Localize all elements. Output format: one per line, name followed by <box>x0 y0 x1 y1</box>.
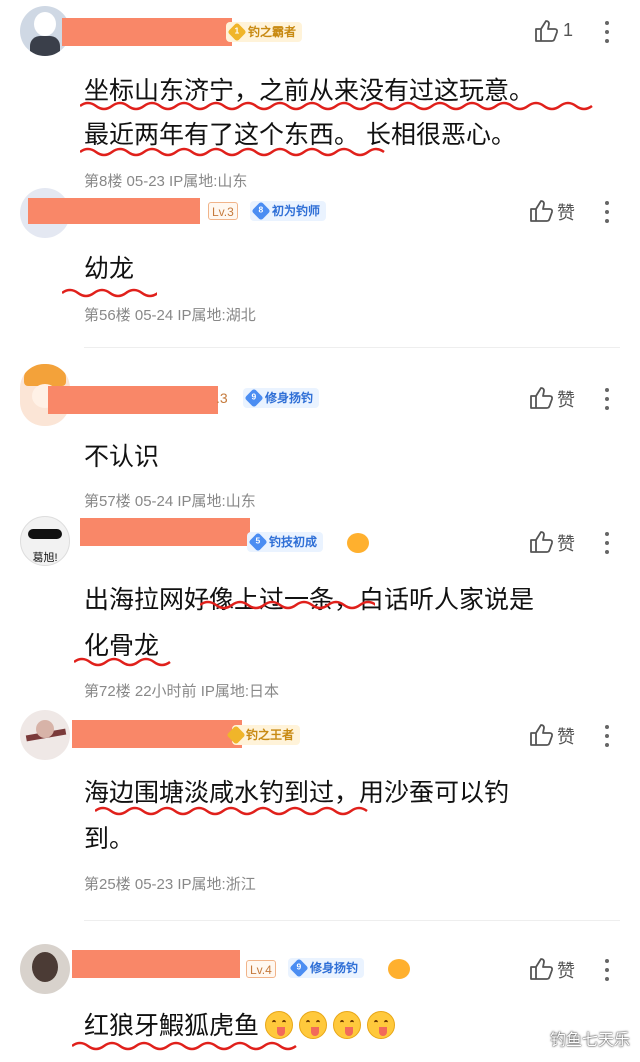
underline-mark <box>200 600 375 610</box>
divider <box>84 920 620 921</box>
underline-mark <box>72 1041 297 1051</box>
avatar[interactable] <box>20 944 70 994</box>
avatar[interactable] <box>20 710 70 760</box>
underline-mark <box>80 101 593 111</box>
comment-text: 出海拉网好像上过一条，白话听人家说是 化骨龙 <box>84 579 614 667</box>
thumbs-up-icon[interactable] <box>528 722 554 748</box>
badge-gem-icon: 5 <box>248 532 268 552</box>
badge-gem-icon: 1 <box>227 22 247 42</box>
redacted-username <box>48 386 218 414</box>
comment-line: 幼龙 <box>84 255 135 283</box>
underline-mark <box>74 657 171 667</box>
like-label[interactable]: 赞 <box>557 199 575 225</box>
yum-face-icon <box>333 1011 362 1039</box>
thumbs-up-icon[interactable] <box>528 529 554 555</box>
thumbs-up-icon[interactable] <box>528 956 554 982</box>
yum-face-icon <box>299 1011 328 1039</box>
underline-mark <box>95 806 368 816</box>
rank-badge: 1 钓之霸者 <box>226 22 303 42</box>
level-badge: Lv.3 <box>208 202 238 220</box>
yum-face-icon <box>367 1011 396 1039</box>
like-label[interactable]: 赞 <box>557 723 575 749</box>
redacted-username <box>28 198 200 224</box>
thumbs-up-icon[interactable] <box>533 18 559 44</box>
rank-badge: 9 修身扬钓 <box>243 388 320 408</box>
badge-label: 初为钓师 <box>272 204 321 218</box>
more-vertical-icon[interactable] <box>605 201 609 223</box>
thumbs-up-icon[interactable] <box>528 198 554 224</box>
more-vertical-icon[interactable] <box>605 959 609 981</box>
badge-gem-icon: 9 <box>289 958 309 978</box>
avatar-text: 葛旭! <box>32 552 58 564</box>
badge-gem-icon: 8 <box>251 201 271 221</box>
more-vertical-icon[interactable] <box>605 532 609 554</box>
rank-badge: 9 修身扬钓 <box>288 958 365 978</box>
underline-mark <box>80 147 385 157</box>
more-vertical-icon[interactable] <box>605 725 609 747</box>
comment-meta: 第72楼 22小时前 IP属地:日本 <box>84 683 280 700</box>
comment-meta: 第56楼 05-24 IP属地:湖北 <box>84 307 256 324</box>
more-vertical-icon[interactable] <box>605 388 609 410</box>
comment-line: 红狼牙鰕狐虎鱼 <box>84 1012 260 1040</box>
gamepad-icon <box>388 959 410 979</box>
level-badge-partial: .3 <box>216 390 228 406</box>
rank-badge: 钓之王者 <box>226 725 301 745</box>
more-vertical-icon[interactable] <box>605 21 609 43</box>
yum-face-icon <box>265 1011 294 1039</box>
redacted-username <box>62 18 232 46</box>
rank-badge: 8 初为钓师 <box>250 201 327 221</box>
badge-gem-icon: 9 <box>244 388 264 408</box>
rank-badge: 5 钓技初成 <box>247 532 324 552</box>
badge-label: 钓之霸者 <box>248 25 297 39</box>
comment-meta: 第8楼 05-23 IP属地:山东 <box>84 173 248 190</box>
like-count: 1 <box>563 20 574 40</box>
badge-label: 钓之王者 <box>246 728 295 742</box>
comment-meta: 第25楼 05-23 IP属地:浙江 <box>84 876 256 893</box>
like-label[interactable]: 赞 <box>557 530 575 556</box>
comment-line: 到。 <box>84 825 135 853</box>
watermark: 钓鱼七天乐 <box>549 1032 630 1049</box>
level-badge: Lv.4 <box>246 960 276 978</box>
underline-mark <box>62 288 157 298</box>
comment-text: 不认识 <box>84 436 614 478</box>
like-label[interactable]: 赞 <box>557 386 575 412</box>
badge-label: 钓技初成 <box>269 535 318 549</box>
like-label[interactable]: 赞 <box>557 957 575 983</box>
comment-text: 幼龙 <box>84 248 614 290</box>
divider <box>84 347 620 348</box>
comment-text: 坐标山东济宁，之前从来没有过这玩意。 最近两年有了这个东西。 长相很恶心。 <box>84 70 614 156</box>
redacted-username <box>72 950 240 978</box>
badge-label: 修身扬钓 <box>265 391 314 405</box>
gamepad-icon <box>347 533 369 553</box>
avatar[interactable]: 葛旭! <box>20 516 70 566</box>
redacted-username <box>72 720 242 748</box>
redacted-username <box>80 518 250 546</box>
badge-label: 修身扬钓 <box>310 961 359 975</box>
thumbs-up-icon[interactable] <box>528 385 554 411</box>
comment-meta: 第57楼 05-24 IP属地:山东 <box>84 493 256 510</box>
comment-line: 不认识 <box>84 443 160 471</box>
